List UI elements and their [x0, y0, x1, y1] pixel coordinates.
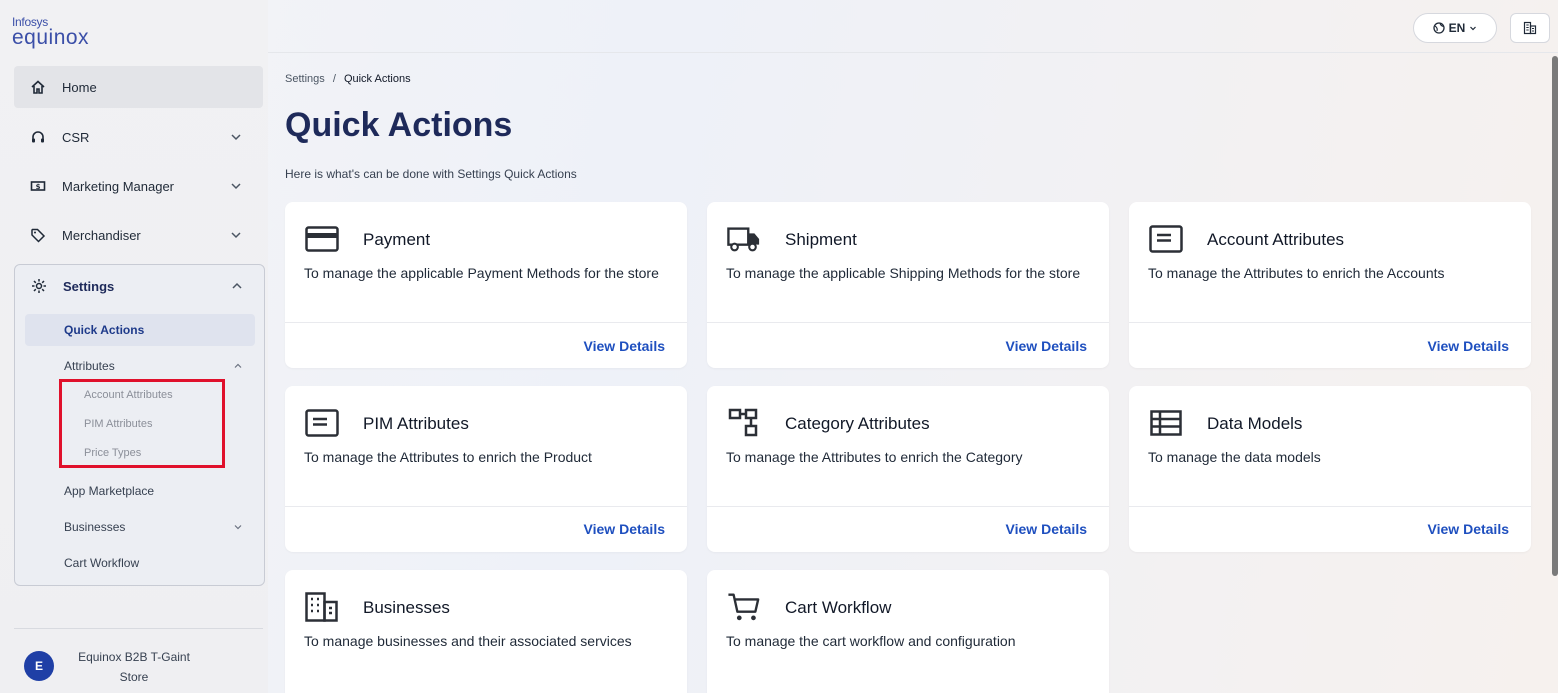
- card-title: Shipment: [785, 230, 857, 249]
- card-title: PIM Attributes: [363, 414, 469, 433]
- card-title: Category Attributes: [785, 414, 930, 433]
- card-cart-workflow: Cart Workflow To manage the cart workflo…: [707, 570, 1109, 693]
- sidebar-sub-label: Cart Workflow: [64, 556, 140, 570]
- card-description: To manage the Attributes to enrich the A…: [1148, 265, 1445, 281]
- sidebar-item-home[interactable]: Home: [14, 66, 263, 108]
- language-selector[interactable]: EN: [1413, 13, 1497, 43]
- card-description: To manage the cart workflow and configur…: [726, 633, 1016, 649]
- store-name: Equinox B2B T-Gaint Store: [78, 650, 190, 684]
- sidebar-sub-quick-actions[interactable]: Quick Actions: [25, 314, 255, 346]
- card-description: To manage the Attributes to enrich the P…: [304, 449, 592, 465]
- breadcrumb-separator: /: [332, 73, 336, 85]
- sidebar-item-marketing-manager[interactable]: $ Marketing Manager: [14, 165, 263, 207]
- building-icon: [1523, 21, 1537, 35]
- chevron-down-icon: [231, 232, 241, 239]
- card-payment: Payment To manage the applicable Payment…: [285, 202, 687, 368]
- store-profile[interactable]: E Equinox B2B T-Gaint Store: [14, 628, 263, 693]
- view-details-link[interactable]: View Details: [1006, 338, 1087, 354]
- card-divider: [707, 322, 1109, 323]
- card-title: Payment: [363, 230, 431, 249]
- store-switch-button[interactable]: [1510, 13, 1550, 43]
- card-businesses: Businesses To manage businesses and thei…: [285, 570, 687, 693]
- hierarchy-icon: [727, 408, 761, 438]
- list-box-icon: [1149, 224, 1183, 254]
- svg-text:$: $: [36, 183, 41, 191]
- card-pim-attributes: PIM Attributes To manage the Attributes …: [285, 386, 687, 552]
- chevron-down-icon: [1470, 26, 1477, 31]
- globe-icon: [1433, 22, 1445, 34]
- sidebar-item-settings[interactable]: Settings: [15, 265, 264, 307]
- card-divider: [1129, 506, 1531, 507]
- sidebar-item-merchandiser[interactable]: Merchandiser: [14, 214, 263, 256]
- brand-logo[interactable]: Infosys equinox: [12, 16, 89, 48]
- gear-icon: [29, 276, 49, 296]
- top-bar: EN: [268, 0, 1558, 53]
- tag-icon: [28, 225, 48, 245]
- card-description: To manage the Attributes to enrich the C…: [726, 449, 1023, 465]
- language-label: EN: [1448, 21, 1466, 35]
- sidebar-sub-label: Quick Actions: [64, 323, 145, 337]
- view-details-link[interactable]: View Details: [584, 521, 665, 537]
- truck-icon: [727, 224, 761, 254]
- sidebar-item-csr[interactable]: CSR: [14, 116, 263, 158]
- dollar-bill-icon: $: [28, 176, 48, 196]
- chevron-up-icon: [234, 363, 242, 368]
- view-details-link[interactable]: View Details: [1428, 521, 1509, 537]
- view-details-link[interactable]: View Details: [1006, 521, 1087, 537]
- card-divider: [1129, 322, 1531, 323]
- sidebar-sub-attributes[interactable]: Attributes: [25, 350, 255, 382]
- card-divider: [285, 506, 687, 507]
- card-description: To manage the applicable Shipping Method…: [726, 265, 1081, 281]
- card-title: Cart Workflow: [785, 598, 892, 617]
- sidebar-sub-label: App Marketplace: [64, 484, 155, 498]
- sidebar-sub-app-marketplace[interactable]: App Marketplace: [25, 475, 255, 507]
- sidebar-item-label: Marketing Manager: [62, 178, 174, 194]
- card-shipment: Shipment To manage the applicable Shippi…: [707, 202, 1109, 368]
- chevron-down-icon: [234, 525, 242, 530]
- card-data-models: Data Models To manage the data models Vi…: [1129, 386, 1531, 552]
- view-details-link[interactable]: View Details: [584, 338, 665, 354]
- sidebar-sub-cart-workflow[interactable]: Cart Workflow: [25, 547, 255, 579]
- headset-icon: [28, 127, 48, 147]
- sidebar-item-label: Settings: [63, 278, 115, 294]
- sidebar-sub-label: Businesses: [64, 520, 126, 534]
- card-divider: [285, 322, 687, 323]
- avatar: E: [24, 651, 54, 681]
- cart-icon: [727, 592, 761, 622]
- sidebar-sub-businesses[interactable]: Businesses: [25, 511, 255, 543]
- breadcrumb-current: Quick Actions: [343, 73, 411, 85]
- red-highlight-box: [59, 379, 225, 468]
- chevron-up-icon: [232, 282, 242, 289]
- card-description: To manage businesses and their associate…: [304, 633, 632, 649]
- card-title: Account Attributes: [1207, 230, 1345, 249]
- building-icon: [305, 592, 339, 622]
- list-box-icon: [305, 408, 339, 438]
- credit-card-icon: [305, 224, 339, 254]
- view-details-link[interactable]: View Details: [1428, 338, 1509, 354]
- chevron-down-icon: [231, 134, 241, 141]
- card-category-attributes: Category Attributes To manage the Attrib…: [707, 386, 1109, 552]
- sidebar-item-label: Merchandiser: [62, 227, 141, 243]
- sidebar: Infosys equinox Home CSR $ Marketing Man…: [0, 0, 268, 693]
- page-title: Quick Actions: [285, 106, 513, 144]
- chevron-down-icon: [231, 183, 241, 190]
- card-description: To manage the applicable Payment Methods…: [304, 265, 659, 281]
- sidebar-item-label: CSR: [62, 129, 90, 145]
- card-account-attributes: Account Attributes To manage the Attribu…: [1129, 202, 1531, 368]
- breadcrumb-settings[interactable]: Settings: [285, 73, 325, 85]
- page-subtitle: Here is what's can be done with Settings…: [285, 167, 577, 181]
- sidebar-item-label: Home: [62, 79, 97, 95]
- sidebar-sub-label: Attributes: [64, 359, 115, 373]
- breadcrumb: Settings / Quick Actions: [285, 73, 411, 85]
- home-icon: [28, 77, 48, 97]
- card-divider: [707, 506, 1109, 507]
- table-icon: [1149, 408, 1183, 438]
- scrollbar[interactable]: [1552, 56, 1558, 576]
- card-title: Businesses: [363, 598, 450, 617]
- card-title: Data Models: [1207, 414, 1303, 433]
- card-description: To manage the data models: [1148, 449, 1321, 465]
- brand-line2: equinox: [12, 26, 90, 49]
